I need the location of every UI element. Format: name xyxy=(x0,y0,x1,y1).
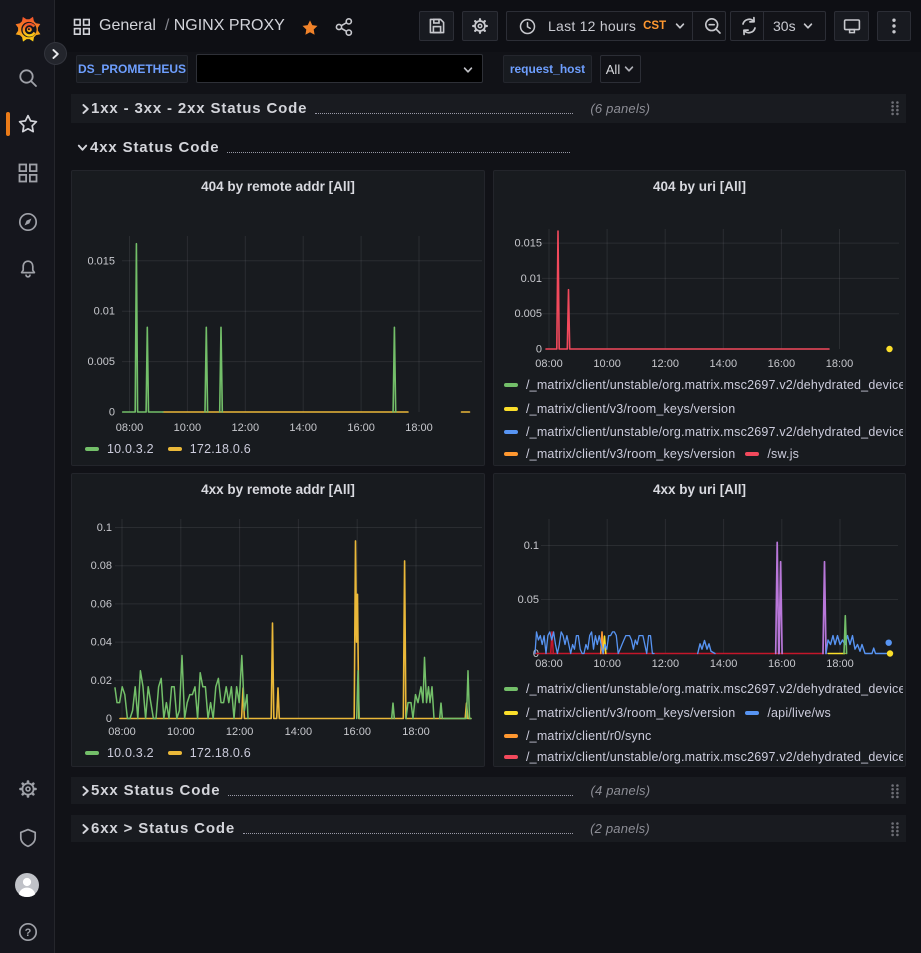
svg-text:08:00: 08:00 xyxy=(535,658,563,670)
svg-text:12:00: 12:00 xyxy=(226,726,254,738)
svg-text:16:00: 16:00 xyxy=(347,422,375,434)
svg-text:14:00: 14:00 xyxy=(710,658,738,670)
svg-text:0: 0 xyxy=(536,344,542,356)
svg-text:12:00: 12:00 xyxy=(232,422,260,434)
svg-text:0.005: 0.005 xyxy=(87,356,115,368)
svg-text:08:00: 08:00 xyxy=(116,422,144,434)
svg-text:10:00: 10:00 xyxy=(593,658,621,670)
svg-text:14:00: 14:00 xyxy=(710,358,738,370)
svg-text:10:00: 10:00 xyxy=(593,358,621,370)
svg-text:0.06: 0.06 xyxy=(91,598,112,610)
svg-text:?: ? xyxy=(25,927,32,939)
svg-text:0.1: 0.1 xyxy=(97,522,112,534)
svg-text:18:00: 18:00 xyxy=(402,726,430,738)
svg-text:18:00: 18:00 xyxy=(826,358,854,370)
svg-text:12:00: 12:00 xyxy=(651,358,679,370)
svg-text:16:00: 16:00 xyxy=(768,358,796,370)
svg-text:18:00: 18:00 xyxy=(826,658,854,670)
svg-text:10:00: 10:00 xyxy=(174,422,202,434)
svg-text:16:00: 16:00 xyxy=(768,658,796,670)
svg-text:0.1: 0.1 xyxy=(524,540,539,552)
svg-text:18:00: 18:00 xyxy=(405,422,433,434)
svg-text:0.01: 0.01 xyxy=(521,273,542,285)
svg-text:0.02: 0.02 xyxy=(91,675,112,687)
svg-text:0.04: 0.04 xyxy=(91,637,112,649)
svg-text:10:00: 10:00 xyxy=(167,726,195,738)
svg-text:0.08: 0.08 xyxy=(91,560,112,572)
svg-text:16:00: 16:00 xyxy=(343,726,371,738)
svg-text:0.015: 0.015 xyxy=(514,238,542,250)
svg-text:08:00: 08:00 xyxy=(535,358,563,370)
svg-text:14:00: 14:00 xyxy=(289,422,317,434)
svg-text:0.005: 0.005 xyxy=(514,308,542,320)
svg-text:0: 0 xyxy=(109,407,115,419)
svg-text:08:00: 08:00 xyxy=(108,726,136,738)
svg-text:12:00: 12:00 xyxy=(652,658,680,670)
svg-text:0.01: 0.01 xyxy=(94,306,115,318)
svg-text:0.05: 0.05 xyxy=(518,594,539,606)
svg-text:14:00: 14:00 xyxy=(285,726,313,738)
svg-text:0: 0 xyxy=(106,713,112,725)
svg-text:0.015: 0.015 xyxy=(87,255,115,267)
